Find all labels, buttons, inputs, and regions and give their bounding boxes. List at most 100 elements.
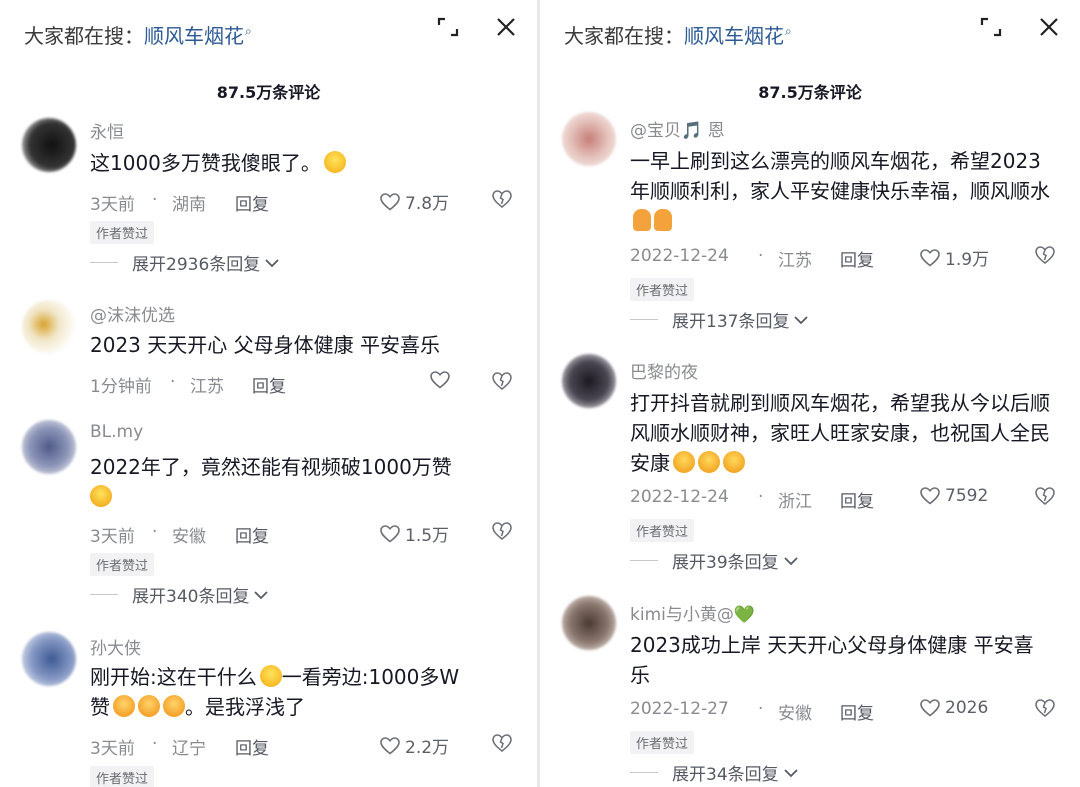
comment-username[interactable]: BL.my bbox=[90, 422, 143, 442]
heart-icon bbox=[380, 736, 400, 755]
reply-button[interactable]: 回复 bbox=[235, 734, 269, 759]
heart-eyes-emoji-icon bbox=[163, 695, 185, 717]
search-bar: 大家都在搜：顺风车烟花⌕ bbox=[564, 16, 1060, 56]
clapping-hands-emoji-icon bbox=[698, 451, 720, 473]
like-count: 1.5万 bbox=[405, 526, 450, 546]
expand-icon[interactable] bbox=[980, 16, 1002, 38]
comment-time: 2022-12-27 bbox=[630, 699, 729, 719]
heart-icon bbox=[920, 487, 940, 505]
heart-icon bbox=[920, 699, 940, 717]
reply-button[interactable]: 回复 bbox=[235, 522, 269, 547]
avatar[interactable] bbox=[562, 354, 616, 408]
heart-eyes-emoji-icon bbox=[138, 695, 160, 717]
comment-username[interactable]: kimi与小黄@💚 bbox=[630, 600, 755, 625]
dislike-heart-icon[interactable] bbox=[1034, 486, 1056, 506]
avatar[interactable] bbox=[562, 596, 616, 650]
divider bbox=[90, 594, 118, 595]
comment-location: 湖南 bbox=[172, 195, 206, 215]
avatar[interactable] bbox=[22, 300, 76, 354]
reply-button[interactable]: 回复 bbox=[235, 190, 269, 215]
heart-icon bbox=[430, 371, 450, 389]
comment-panel-right: 大家都在搜：顺风车烟花⌕ 87.5万条评论 @宝贝🎵 恩 一早上刷到这么漂亮的顺… bbox=[540, 0, 1080, 787]
search-term-link[interactable]: 顺风车烟花⌕ bbox=[684, 24, 792, 48]
praying-hands-emoji-icon bbox=[654, 209, 672, 231]
comment-meta: 3天前 · 辽宁 回复 2.2万 bbox=[90, 733, 513, 759]
comment-meta: 3天前 · 湖南 回复 7.8万 bbox=[90, 189, 513, 215]
avatar[interactable] bbox=[22, 420, 76, 474]
search-prefix-label: 大家都在搜： bbox=[24, 24, 144, 48]
comment-username[interactable]: 巴黎的夜 bbox=[630, 358, 698, 383]
search-prefix-label: 大家都在搜： bbox=[564, 24, 684, 48]
comment-meta: 2022-12-24 · 浙江 回复 7592 bbox=[630, 486, 1056, 512]
chevron-down-icon bbox=[784, 556, 798, 565]
chevron-down-icon bbox=[254, 590, 269, 599]
avatar[interactable] bbox=[22, 632, 76, 686]
expand-icon[interactable] bbox=[437, 16, 459, 38]
heart-icon bbox=[380, 524, 400, 543]
expand-replies-button[interactable]: 展开2936条回复 bbox=[90, 250, 280, 275]
like-button[interactable]: 1.5万 bbox=[380, 521, 449, 546]
search-term-link[interactable]: 顺风车烟花⌕ bbox=[144, 24, 252, 48]
comment-username[interactable]: @沫沫优选 bbox=[90, 301, 175, 326]
close-icon[interactable] bbox=[1038, 16, 1060, 38]
comment-location: 安徽 bbox=[778, 704, 812, 724]
expand-replies-button[interactable]: 展开340条回复 bbox=[90, 582, 269, 607]
dislike-heart-icon[interactable] bbox=[1034, 245, 1056, 265]
comment-time: 3天前 bbox=[90, 195, 135, 215]
dislike-heart-icon[interactable] bbox=[491, 189, 513, 209]
author-liked-badge: 作者赞过 bbox=[630, 731, 695, 754]
heart-icon bbox=[380, 192, 400, 211]
comment-count: 87.5万条评论 bbox=[758, 83, 862, 102]
reply-button[interactable]: 回复 bbox=[840, 699, 874, 724]
dislike-heart-icon[interactable] bbox=[491, 371, 513, 391]
comment-time: 2022-12-24 bbox=[630, 487, 729, 507]
expand-replies-button[interactable]: 展开137条回复 bbox=[630, 307, 809, 332]
author-liked-badge: 作者赞过 bbox=[630, 278, 695, 301]
dislike-heart-icon[interactable] bbox=[491, 733, 513, 753]
author-liked-badge: 作者赞过 bbox=[90, 553, 155, 576]
like-button[interactable]: 7.8万 bbox=[380, 189, 449, 214]
close-icon[interactable] bbox=[495, 16, 517, 38]
search-icon: ⌕ bbox=[245, 24, 252, 39]
reply-button[interactable]: 回复 bbox=[840, 246, 874, 271]
divider bbox=[630, 560, 658, 561]
like-count: 7592 bbox=[945, 486, 989, 506]
chevron-down-icon bbox=[794, 315, 809, 324]
like-button[interactable]: 2.2万 bbox=[380, 733, 449, 758]
comment-username[interactable]: 孙大侠 bbox=[90, 634, 141, 659]
like-button[interactable] bbox=[430, 371, 455, 389]
divider bbox=[630, 319, 658, 320]
comment-username[interactable]: @宝贝🎵 恩 bbox=[630, 116, 725, 141]
like-button[interactable]: 2026 bbox=[920, 698, 988, 718]
heart-eyes-emoji-icon bbox=[113, 695, 135, 717]
crying-emoji-icon bbox=[90, 485, 112, 507]
comment-count: 87.5万条评论 bbox=[216, 83, 321, 102]
chevron-down-icon bbox=[784, 768, 798, 777]
like-count: 2.2万 bbox=[405, 738, 450, 758]
expand-replies-button[interactable]: 展开34条回复 bbox=[630, 760, 799, 785]
comment-location: 安徽 bbox=[172, 527, 206, 547]
dislike-heart-icon[interactable] bbox=[491, 521, 513, 541]
heart-icon bbox=[920, 248, 940, 267]
clapping-hands-emoji-icon bbox=[673, 451, 695, 473]
dislike-heart-icon[interactable] bbox=[1034, 698, 1056, 718]
reply-button[interactable]: 回复 bbox=[840, 487, 874, 512]
comment-text: 这1000多万赞我傻眼了。 bbox=[90, 148, 510, 178]
avatar[interactable] bbox=[562, 112, 616, 166]
chevron-down-icon bbox=[265, 258, 279, 267]
reply-button[interactable]: 回复 bbox=[252, 372, 286, 397]
comment-time: 1分钟前 bbox=[90, 377, 152, 397]
like-count: 2026 bbox=[945, 698, 989, 718]
comment-username[interactable]: 永恒 bbox=[90, 118, 124, 143]
like-count: 7.8万 bbox=[405, 194, 450, 214]
comment-meta: 1分钟前 · 江苏 回复 bbox=[90, 371, 513, 397]
divider bbox=[630, 772, 658, 773]
like-button[interactable]: 7592 bbox=[920, 486, 988, 506]
comment-text: 刚开始:这在干什么 一看旁边:1000多W 赞。是我浮浅了 bbox=[90, 665, 460, 719]
comment-meta: 2022-12-24 · 江苏 回复 1.9万 bbox=[630, 245, 1056, 271]
laughing-emoji-icon bbox=[323, 151, 346, 173]
like-button[interactable]: 1.9万 bbox=[920, 245, 989, 270]
avatar[interactable] bbox=[22, 118, 76, 172]
search-icon: ⌕ bbox=[785, 24, 792, 39]
expand-replies-button[interactable]: 展开39条回复 bbox=[630, 548, 799, 573]
